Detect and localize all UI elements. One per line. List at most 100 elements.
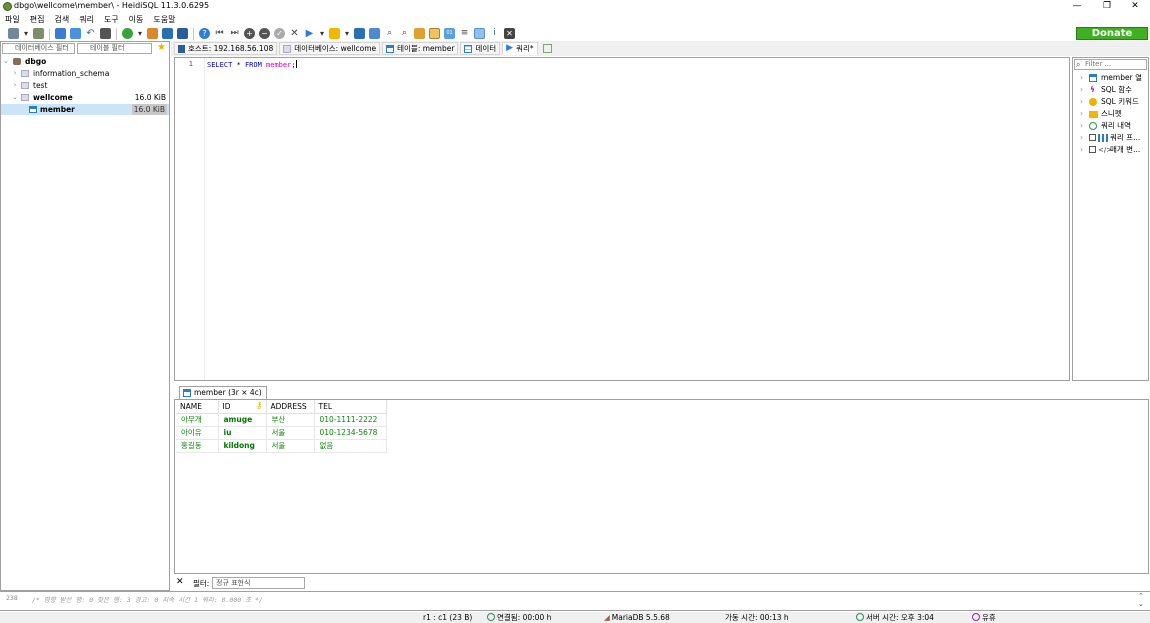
chevron-down-icon[interactable]: ⌄	[11, 92, 19, 103]
checkbox[interactable]	[1089, 134, 1096, 141]
cancel-edit-icon[interactable]: ✕	[289, 28, 300, 39]
tree-item-test[interactable]: › test	[1, 80, 169, 91]
menu-tools[interactable]: 도구	[104, 13, 119, 26]
filter-regex-input[interactable]: 정규 표현식	[212, 577, 305, 589]
close-filter-button[interactable]: ✕	[176, 577, 184, 587]
chevron-right-icon[interactable]: ›	[1080, 108, 1083, 120]
table-cell[interactable]: 아이유	[176, 426, 219, 440]
chevron-down-icon[interactable]: ▾	[319, 28, 325, 39]
toggle-comment-icon[interactable]	[429, 28, 440, 39]
tab-database[interactable]: 데이터베이스: wellcome	[279, 42, 381, 55]
paste-icon[interactable]	[70, 28, 81, 39]
run-query-icon[interactable]: ▶	[304, 28, 315, 39]
table-cell[interactable]: kildong	[218, 439, 267, 453]
menu-help[interactable]: 도움말	[153, 13, 175, 26]
column-header-id[interactable]: ID ⚷	[218, 400, 267, 414]
menu-search[interactable]: 검색	[54, 13, 69, 26]
undo-icon[interactable]: ↶	[85, 28, 96, 39]
export-icon[interactable]	[177, 28, 188, 39]
open-folder-icon[interactable]	[329, 28, 340, 39]
column-header-name[interactable]: NAME	[176, 400, 219, 414]
help-icon[interactable]: ?	[199, 28, 210, 39]
scroll-down-icon[interactable]: ⌄	[1138, 600, 1144, 608]
save-snippet-icon[interactable]	[369, 28, 380, 39]
table-cell[interactable]: iu	[218, 426, 267, 440]
table-filter-input[interactable]: 테이블 필터	[77, 43, 152, 54]
menu-edit[interactable]: 편집	[30, 13, 45, 26]
first-record-icon[interactable]: ⏮	[214, 28, 225, 39]
find-icon[interactable]: ⌕	[384, 28, 395, 39]
tree-item-information-schema[interactable]: › information_schema	[1, 68, 169, 79]
database-filter-input[interactable]: 데이터베이스 필터	[2, 43, 75, 54]
chevron-right-icon[interactable]: ›	[11, 68, 19, 79]
table-cell[interactable]: 아무개	[176, 413, 219, 427]
menu-file[interactable]: 파일	[5, 13, 20, 26]
table-cell[interactable]: 서울	[266, 426, 315, 440]
table-cell[interactable]: 없음	[314, 439, 387, 453]
chevron-down-icon[interactable]: ▾	[23, 28, 29, 39]
print-icon[interactable]	[100, 28, 111, 39]
auto-refresh-icon[interactable]	[474, 28, 485, 39]
chevron-right-icon[interactable]: ›	[1080, 144, 1083, 156]
binary-icon[interactable]: 01	[444, 28, 455, 39]
helper-item-functions[interactable]: › ϟ SQL 함수	[1073, 84, 1149, 96]
favorite-star-icon[interactable]: ★	[155, 42, 168, 54]
table-cell[interactable]: 010-1234-5678	[314, 426, 387, 440]
post-record-icon[interactable]: ✓	[274, 28, 285, 39]
donate-button[interactable]: Donate	[1076, 27, 1148, 40]
sql-editor[interactable]: 1 SELECT * FROM member;	[174, 57, 1070, 381]
table-cell[interactable]: 부산	[266, 413, 315, 427]
restore-button[interactable]: ❐	[1092, 0, 1122, 13]
close-tab-icon[interactable]: ✕	[504, 28, 515, 39]
table-row[interactable]: 홍길동 kildong 서울 없음	[176, 439, 387, 453]
table-cell[interactable]: 서울	[266, 439, 315, 453]
user-manager-icon[interactable]	[147, 28, 158, 39]
table-cell[interactable]: amuge	[218, 413, 267, 427]
helper-item-keywords[interactable]: › SQL 키워드	[1073, 96, 1149, 108]
helper-item-columns[interactable]: › member 열	[1073, 72, 1149, 84]
menu-goto[interactable]: 이동	[129, 13, 144, 26]
close-window-button[interactable]: ✕	[1120, 0, 1150, 13]
format-sql-icon[interactable]	[414, 28, 425, 39]
scroll-up-icon[interactable]: ⌃	[1138, 592, 1144, 600]
helper-item-snippets[interactable]: › 스니펫	[1073, 108, 1149, 120]
word-wrap-icon[interactable]: ≡	[459, 28, 470, 39]
helper-filter-input[interactable]: Filter ...	[1074, 59, 1147, 70]
new-query-tab-icon[interactable]	[542, 44, 552, 53]
tab-host[interactable]: 호스트: 192.168.56.108	[174, 42, 278, 55]
checkbox[interactable]	[1089, 146, 1096, 153]
save-icon[interactable]	[354, 28, 365, 39]
chevron-right-icon[interactable]: ›	[1080, 132, 1083, 144]
chevron-right-icon[interactable]: ›	[11, 80, 19, 91]
chevron-down-icon[interactable]: ▾	[344, 28, 350, 39]
info-icon[interactable]: i	[489, 28, 500, 39]
result-tab[interactable]: member (3r × 4c)	[179, 386, 267, 399]
copy-icon[interactable]	[55, 28, 66, 39]
chevron-right-icon[interactable]: ›	[1080, 120, 1083, 132]
import-icon[interactable]	[162, 28, 173, 39]
last-record-icon[interactable]: ⏭	[229, 28, 240, 39]
column-header-tel[interactable]: TEL	[314, 400, 387, 414]
tab-data[interactable]: 데이터	[460, 42, 501, 55]
connect-icon[interactable]	[8, 28, 19, 39]
tab-table[interactable]: 테이블: member	[382, 42, 459, 55]
column-header-address[interactable]: ADDRESS	[266, 400, 315, 414]
tree-item-member[interactable]: member 16.0 KiB	[1, 104, 169, 115]
table-row[interactable]: 아무개 amuge 부산 010-1111-2222	[176, 413, 387, 427]
minimize-button[interactable]: —	[1062, 0, 1092, 13]
table-row[interactable]: 아이유 iu 서울 010-1234-5678	[176, 426, 387, 440]
replace-icon[interactable]: ⌕	[399, 28, 410, 39]
insert-record-icon[interactable]: +	[244, 28, 255, 39]
delete-record-icon[interactable]: −	[259, 28, 270, 39]
table-cell[interactable]: 홍길동	[176, 439, 219, 453]
tree-item-dbgo[interactable]: ⌄ dbgo	[1, 56, 169, 67]
helper-item-bind-params[interactable]: › </> 매개 변...	[1073, 144, 1149, 156]
disconnect-icon[interactable]	[33, 28, 44, 39]
chevron-down-icon[interactable]: ▾	[137, 28, 143, 39]
helper-item-profiling[interactable]: › 쿼리 프...	[1073, 132, 1149, 144]
chevron-right-icon[interactable]: ›	[1080, 72, 1083, 84]
tree-item-wellcome[interactable]: ⌄ wellcome 16.0 KiB	[1, 92, 169, 103]
menu-query[interactable]: 쿼리	[79, 13, 94, 26]
chevron-down-icon[interactable]: ⌄	[2, 56, 10, 67]
table-cell[interactable]: 010-1111-2222	[314, 413, 387, 427]
